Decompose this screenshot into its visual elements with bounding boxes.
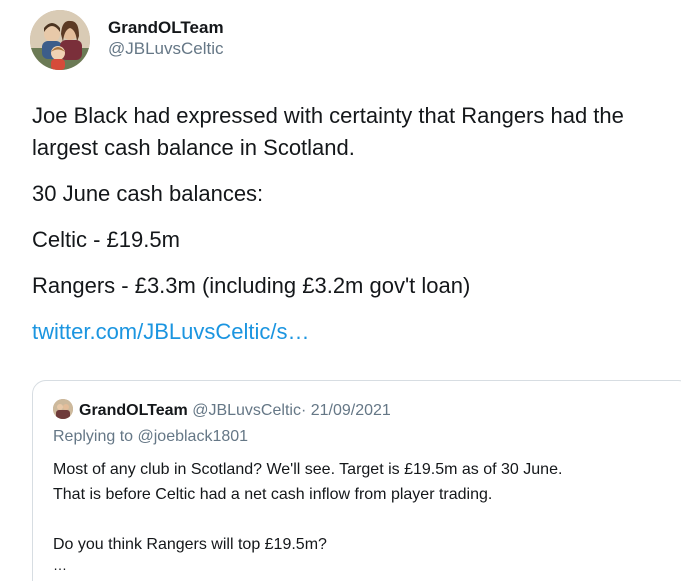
quoted-question: Do you think Rangers will top £19.5m? [53,536,327,553]
author-handle[interactable]: @JBLuvsCeltic [108,38,224,60]
author-avatar[interactable] [30,10,90,70]
quoted-tweet-text: Most of any club in Scotland? We'll see.… [53,457,673,557]
quoted-separator: · [300,402,307,419]
author-info[interactable]: GrandOLTeam @JBLuvsCeltic [108,18,224,60]
tweet-link[interactable]: twitter.com/JBLuvsCeltic/s… [32,319,310,344]
tweet-paragraph: Joe Black had expressed with certainty t… [32,103,624,160]
quoted-line: Most of any club in Scotland? We'll see.… [53,461,563,478]
quoted-ellipsis: … [53,557,67,573]
quoted-date[interactable]: 21/09/2021 [311,402,391,419]
quoted-display-name[interactable]: GrandOLTeam [79,402,188,419]
author-display-name[interactable]: GrandOLTeam [108,18,224,38]
quoted-tweet-header: GrandOLTeam @JBLuvsCeltic· 21/09/2021 [53,399,391,421]
quoted-line: That is before Celtic had a net cash inf… [53,486,493,503]
quoted-tweet[interactable]: GrandOLTeam @JBLuvsCeltic· 21/09/2021 Re… [32,380,681,581]
tweet-paragraph: Celtic - £19.5m [32,227,180,252]
quoted-handle[interactable]: @JBLuvsCeltic [192,402,301,419]
profile-photo-icon [53,399,73,419]
tweet-paragraph: 30 June cash balances: [32,181,264,206]
tweet-card: GrandOLTeam @JBLuvsCeltic Joe Black had … [0,0,681,581]
quoted-avatar[interactable] [53,399,73,419]
replying-to: Replying to @joeblack1801 [53,428,249,445]
tweet-paragraph: Rangers - £3.3m (including £3.2m gov't l… [32,273,471,298]
tweet-body: Joe Black had expressed with certainty t… [32,100,672,362]
profile-photo-icon [30,10,90,70]
